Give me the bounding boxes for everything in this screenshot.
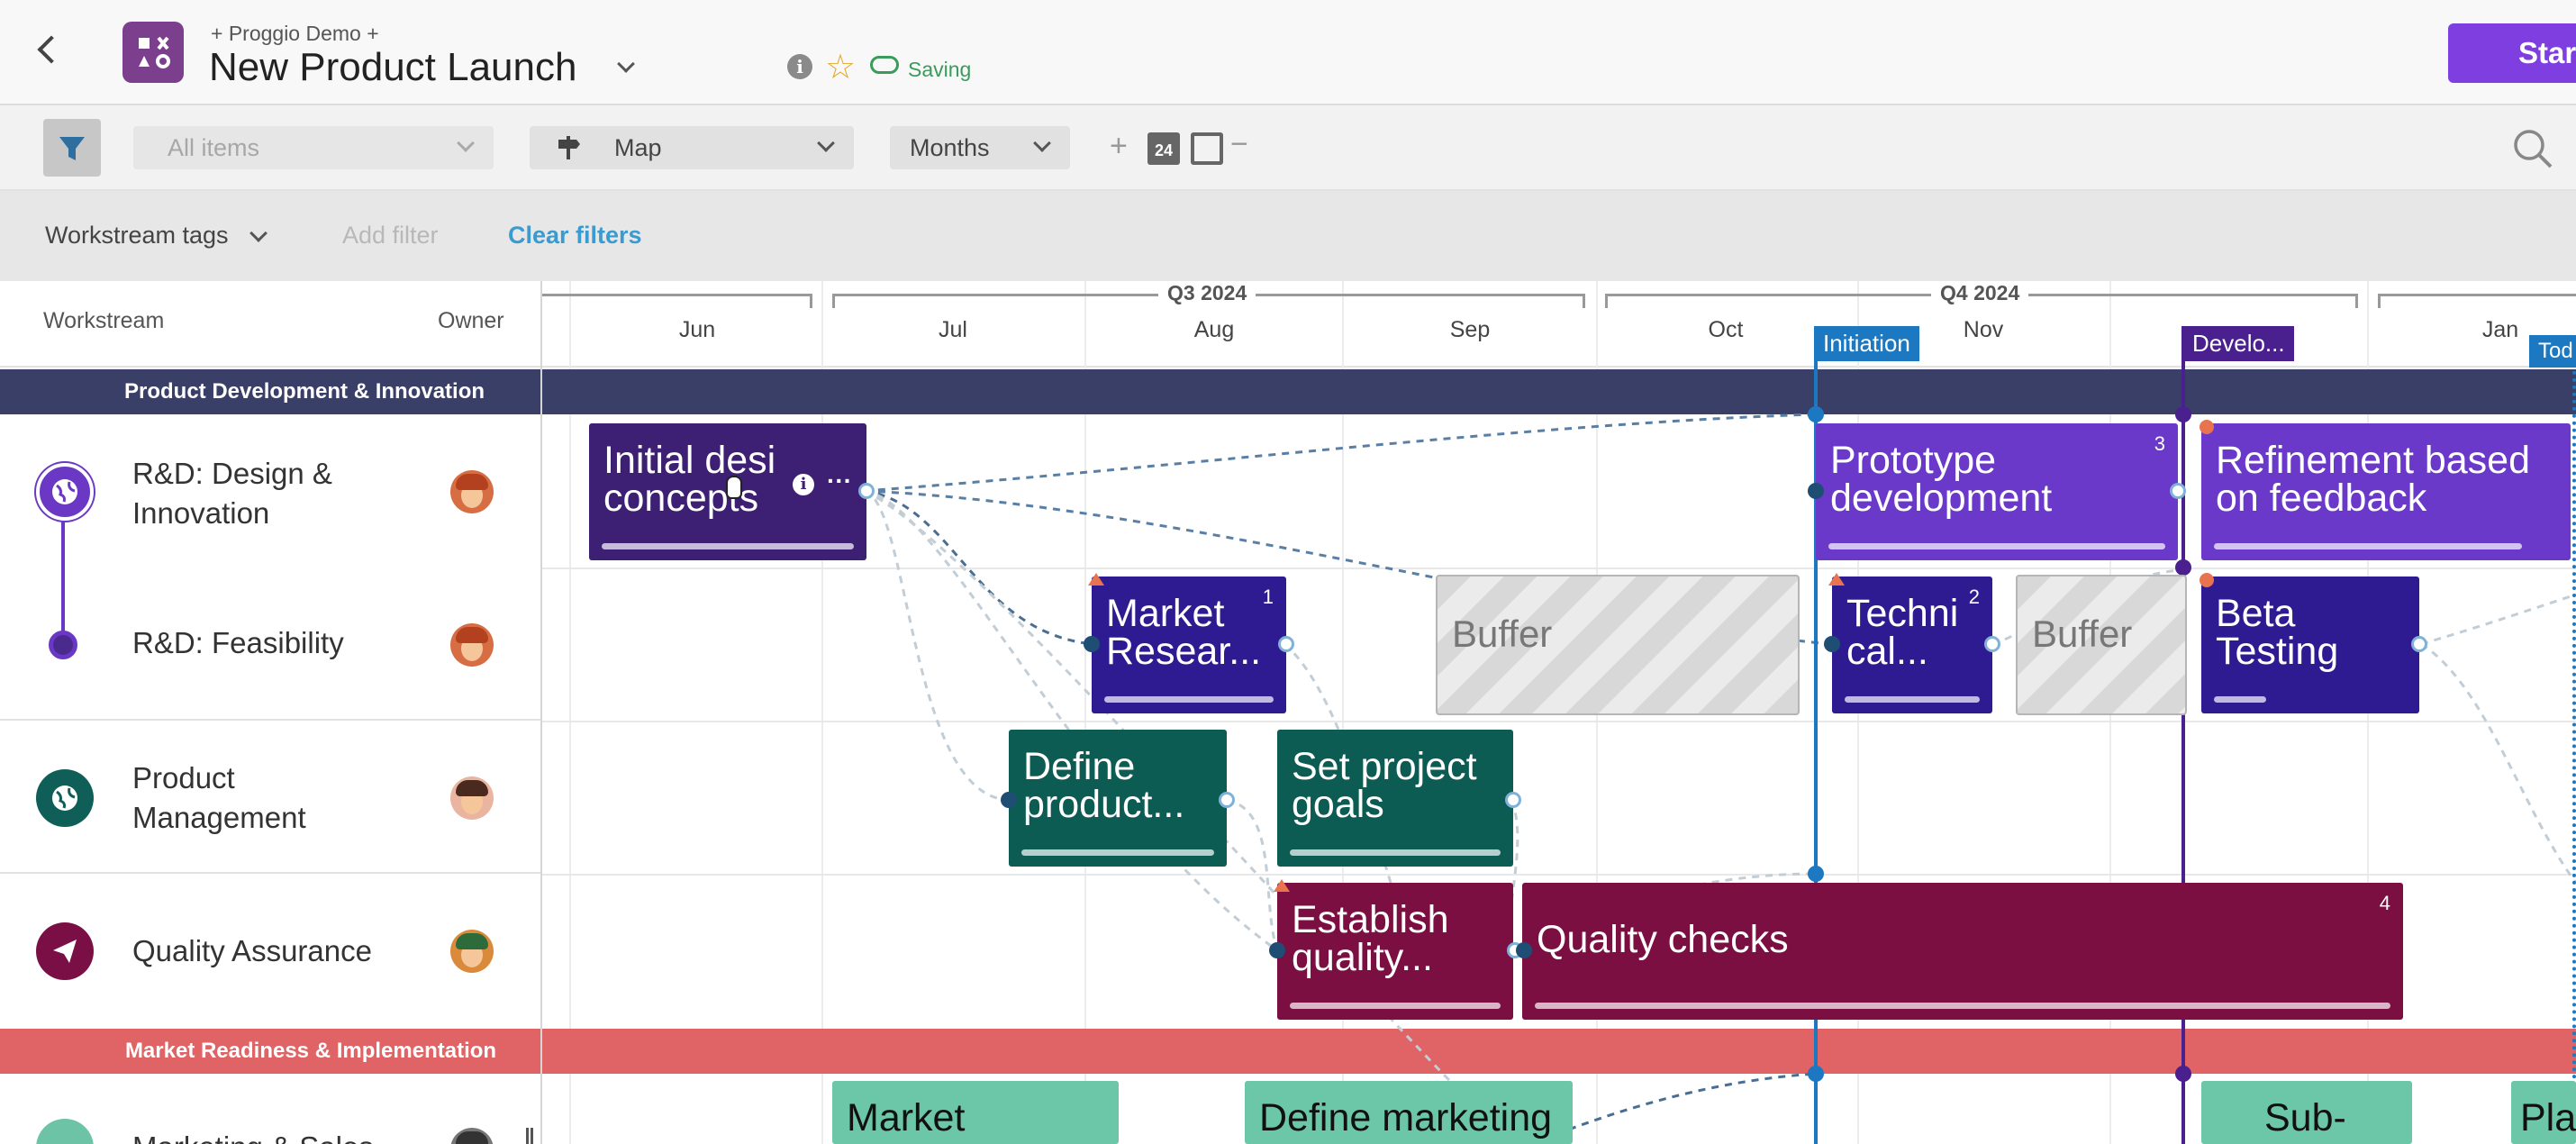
task-label: Sub- xyxy=(2264,1096,2346,1139)
milestone-dot xyxy=(2175,406,2191,422)
task-number: 1 xyxy=(1262,586,1274,608)
task-progress xyxy=(1845,696,1980,703)
milestone-dot xyxy=(2175,1066,2191,1082)
connector-handle[interactable] xyxy=(1219,792,1235,808)
connector-handle[interactable] xyxy=(1505,792,1521,808)
task-progress xyxy=(602,543,854,549)
milestone-line xyxy=(2181,326,2185,1144)
buffer-block[interactable]: Buffer xyxy=(1436,575,1800,715)
task-progress xyxy=(2214,543,2522,549)
alert-dot-icon xyxy=(2200,420,2214,434)
task-progress xyxy=(1104,696,1274,703)
milestone-dot xyxy=(1808,1066,1824,1082)
task-progress xyxy=(1828,543,2165,549)
task-label: Quality checks xyxy=(1537,918,1789,961)
task-bar[interactable]: Define marketing xyxy=(1245,1081,1573,1144)
connector-handle[interactable] xyxy=(1269,942,1285,958)
task-label: Define marketing xyxy=(1259,1096,1553,1139)
connector-handle[interactable] xyxy=(1084,636,1100,652)
task-progress xyxy=(1290,849,1501,856)
connector-handle[interactable] xyxy=(2170,483,2186,499)
task-progress xyxy=(1290,1003,1501,1009)
milestone-flag[interactable]: Initiation xyxy=(1814,326,1919,361)
cursor-icon xyxy=(726,476,742,499)
milestone-dot xyxy=(1808,406,1824,422)
task-label: Prototype development xyxy=(1830,439,2053,520)
milestone-dot xyxy=(1808,866,1824,882)
task-progress xyxy=(2214,696,2266,703)
buffer-block[interactable]: Buffer xyxy=(2016,575,2187,715)
warning-icon xyxy=(1088,573,1104,586)
task-bar[interactable]: Market xyxy=(832,1081,1119,1144)
warning-icon xyxy=(1274,879,1290,892)
task-label: Set project goals xyxy=(1292,745,1477,826)
task-progress xyxy=(1535,1003,2390,1009)
more-icon[interactable]: ··· xyxy=(827,467,852,495)
today-line xyxy=(2572,342,2576,1144)
task-label: Refinement based on feedback xyxy=(2216,439,2530,520)
task-bar[interactable]: Market Resear... 1 xyxy=(1092,577,1286,713)
task-bar[interactable]: Techni cal... 2 xyxy=(1832,577,1992,713)
task-label: Market Resear... xyxy=(1106,592,1262,673)
task-bar[interactable]: Pla xyxy=(2511,1081,2576,1144)
today-flag[interactable]: Tod xyxy=(2529,335,2576,368)
warning-icon xyxy=(1828,573,1845,586)
task-progress xyxy=(1021,849,1214,856)
alert-dot-icon xyxy=(2200,573,2214,587)
buffer-label: Buffer xyxy=(1452,613,1553,655)
connector-handle[interactable] xyxy=(1001,792,1017,808)
milestone-dot xyxy=(2175,559,2191,576)
connector-handle[interactable] xyxy=(1808,483,1824,499)
task-label: Pla xyxy=(2520,1096,2576,1139)
connector-handle[interactable] xyxy=(1278,636,1294,652)
connector-handle[interactable] xyxy=(2411,636,2427,652)
task-number: 2 xyxy=(1968,586,1980,608)
milestone-flag[interactable]: Develo... xyxy=(2183,326,2294,361)
task-bar[interactable]: Beta Testing xyxy=(2201,577,2419,713)
task-label: Establish quality... xyxy=(1292,898,1449,979)
task-bar[interactable]: Refinement based on feedback xyxy=(2201,423,2571,560)
task-bar[interactable]: Set project goals xyxy=(1277,730,1513,867)
task-bar[interactable]: Define product... xyxy=(1009,730,1227,867)
buffer-label: Buffer xyxy=(2032,613,2133,655)
connector-handle[interactable] xyxy=(1824,636,1840,652)
task-bar[interactable]: Sub- xyxy=(2201,1081,2412,1144)
task-number: 3 xyxy=(2154,432,2165,455)
task-label: Define product... xyxy=(1023,745,1185,826)
task-label: Initial desi concepts xyxy=(603,439,776,520)
task-bar[interactable]: Prototype development 3 xyxy=(1816,423,2178,560)
task-bar[interactable]: Quality checks 4 xyxy=(1522,883,2403,1020)
task-bar[interactable]: Establish quality... xyxy=(1277,883,1513,1020)
connector-handle[interactable] xyxy=(858,483,875,499)
connector-handle[interactable] xyxy=(1984,636,2000,652)
task-label: Techni cal... xyxy=(1846,592,1959,673)
task-info-icon[interactable]: i xyxy=(793,474,814,495)
task-label: Market xyxy=(847,1096,966,1139)
connector-handle[interactable] xyxy=(1516,942,1532,958)
task-number: 4 xyxy=(2379,892,2390,914)
task-label: Beta Testing xyxy=(2216,592,2339,673)
